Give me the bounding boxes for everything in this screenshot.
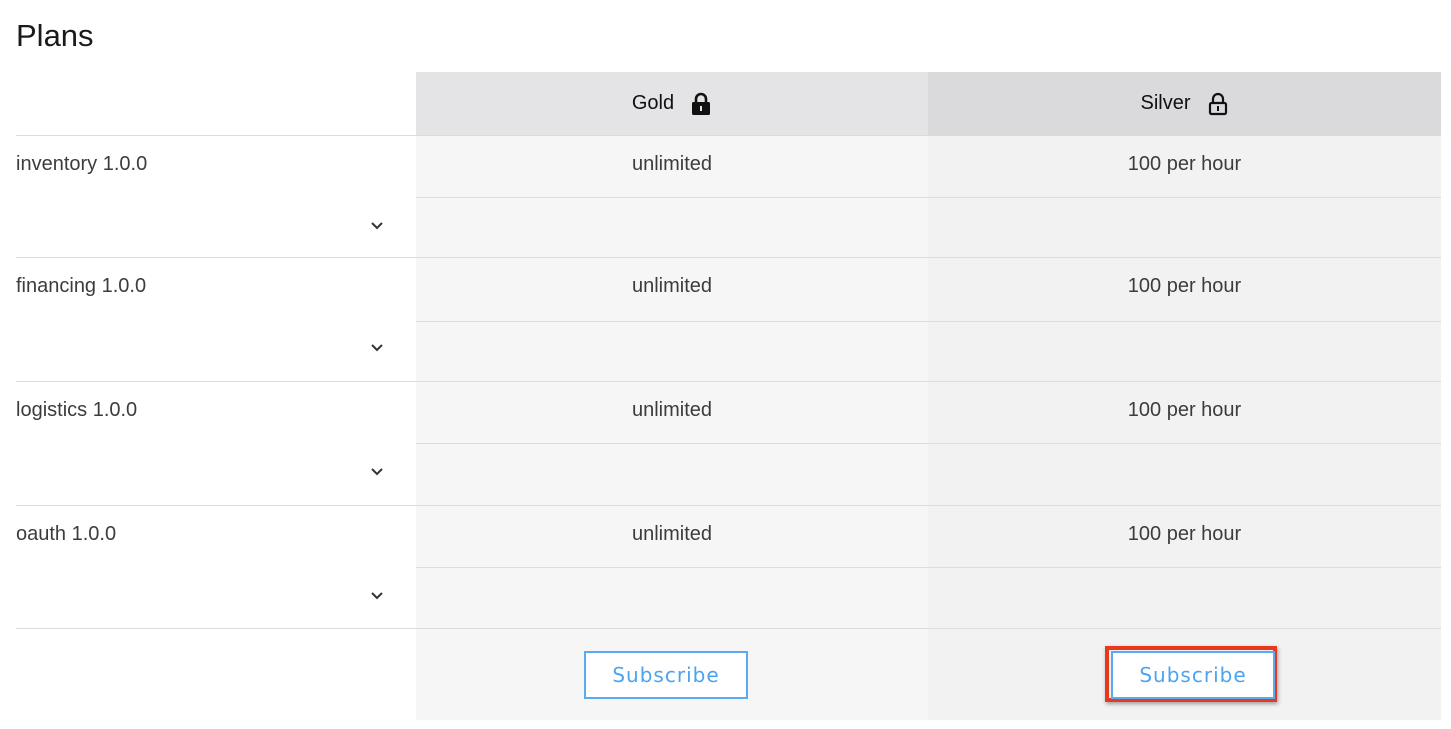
api-name: oauth 1.0.0 (16, 523, 117, 545)
api-row-oauth: oauth 1.0.0 (16, 505, 416, 629)
chevron-down-icon[interactable] (369, 218, 385, 234)
chevron-down-icon[interactable] (369, 464, 385, 480)
blank-cell (416, 443, 928, 503)
chevron-down-icon[interactable] (369, 588, 385, 604)
divider (16, 628, 416, 629)
rate-limit-cell: 100 per hour (928, 257, 1441, 319)
plans-table: inventory 1.0.0 financing 1.0.0 logistic… (16, 72, 1441, 720)
blank-cell (416, 321, 928, 381)
rate-limit-cell: 100 per hour (928, 381, 1441, 443)
plan-name: Silver (1140, 92, 1191, 114)
subscribe-silver-button[interactable]: Subscribe (1111, 651, 1275, 699)
blank-cell (928, 567, 1441, 627)
lock-open-icon (1208, 92, 1227, 115)
subscribe-cell-gold: Subscribe (416, 628, 928, 720)
rate-limit-cell: unlimited (416, 381, 928, 443)
chevron-down-icon[interactable] (369, 340, 385, 356)
blank-cell (416, 197, 928, 257)
rate-limit-cell: unlimited (416, 135, 928, 197)
plan-column-gold: Gold unlimited unlimited unlimited unlim… (416, 72, 928, 720)
blank-cell (928, 197, 1441, 257)
rate-limit-cell: unlimited (416, 505, 928, 567)
plan-header-gold: Gold (416, 72, 928, 135)
blank-cell (928, 321, 1441, 381)
rate-limit-cell: 100 per hour (928, 135, 1441, 197)
plan-column-silver: Silver 100 per hour 100 per hour 100 per… (928, 72, 1441, 720)
page-title: Plans (16, 18, 94, 53)
rate-limit-cell: 100 per hour (928, 505, 1441, 567)
api-row-inventory: inventory 1.0.0 (16, 135, 416, 259)
api-row-financing: financing 1.0.0 (16, 257, 416, 381)
plan-name: Gold (631, 92, 675, 114)
blank-cell (928, 443, 1441, 503)
rate-limit-cell: unlimited (416, 257, 928, 319)
api-row-logistics: logistics 1.0.0 (16, 381, 416, 505)
subscribe-cell-silver: Subscribe (928, 628, 1441, 720)
lock-closed-icon (692, 92, 711, 115)
subscribe-gold-button[interactable]: Subscribe (584, 651, 748, 699)
blank-cell (416, 567, 928, 627)
api-name: inventory 1.0.0 (16, 153, 148, 175)
plans-page: Plans inventory 1.0.0 financing 1.0.0 lo… (0, 0, 1451, 729)
api-name: logistics 1.0.0 (16, 399, 138, 421)
api-name: financing 1.0.0 (16, 275, 147, 297)
api-label-column: inventory 1.0.0 financing 1.0.0 logistic… (16, 72, 416, 720)
plan-header-silver: Silver (928, 72, 1441, 135)
